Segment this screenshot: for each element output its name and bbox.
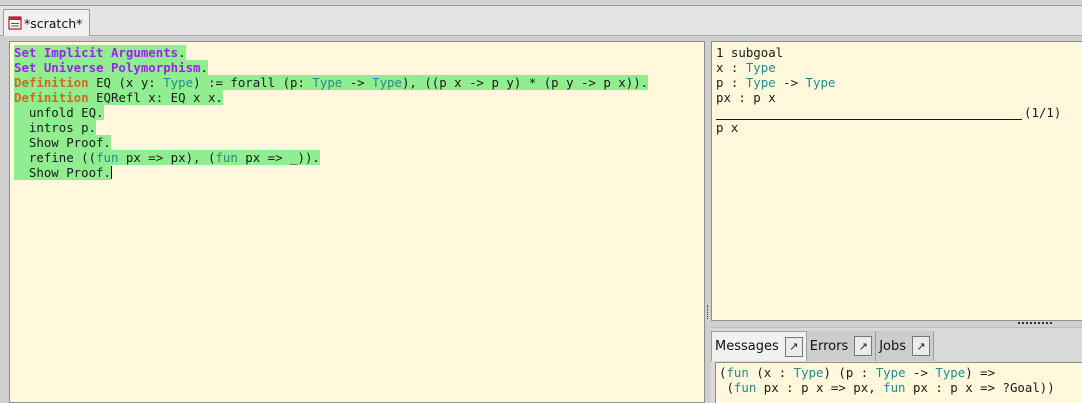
separator-line (716, 111, 1022, 120)
code-token: Type (312, 75, 343, 90)
main-area: Set Implicit Arguments. Set Universe Poly… (0, 37, 1082, 403)
code-token: fun (215, 150, 238, 165)
code-token: Type (163, 75, 194, 90)
tab-messages[interactable]: Messages ↗ (711, 331, 807, 361)
hypothesis: px : p x (716, 90, 1082, 105)
code-token: Type (793, 365, 824, 380)
code-token: Type (935, 365, 966, 380)
code-token: p : (716, 75, 746, 90)
detach-icon[interactable]: ↗ (912, 336, 931, 356)
tab-jobs[interactable]: Jobs ↗ (876, 331, 935, 361)
goal-conclusion: p x (716, 120, 739, 135)
message-line: (fun (x : Type) (p : Type -> Type) => (719, 365, 1082, 380)
code-token: Set Implicit Arguments (14, 45, 179, 60)
code-token: fun (733, 380, 757, 395)
goal-counter: (1/1) (1024, 105, 1062, 120)
code-token: Type (745, 60, 776, 75)
hypothesis: p : Type -> Type (716, 75, 1082, 90)
code-token: ) (p : (823, 365, 876, 380)
code-token: fun (726, 365, 749, 380)
script-line[interactable]: refine ((fun px => px), (fun px => _)). (14, 150, 704, 165)
code-token: (x : (748, 365, 794, 380)
goal-separator: (1/1) (716, 105, 1082, 120)
code-token: Type (372, 75, 402, 90)
detach-icon[interactable]: ↗ (784, 336, 803, 357)
code-token: intros p. (14, 120, 97, 135)
code-token: EQRefl x: EQ x x. (88, 90, 223, 105)
code-token: Definition (14, 75, 89, 90)
tab-errors[interactable]: Errors ↗ (806, 331, 877, 361)
hypotheses-list: x : Type p : Type -> Type px : p x (716, 60, 1082, 105)
tab-label: Jobs (879, 338, 907, 354)
code-token: . (200, 60, 208, 75)
code-token: x : (716, 60, 746, 75)
code-token: Type (875, 365, 906, 380)
code-token: ), ((p x -> p y) * (p y -> p x)). (401, 75, 649, 90)
code-token: px : p x => ?Goal)) (905, 380, 1055, 395)
code-token: unfold EQ. (14, 105, 104, 120)
code-token: Type (745, 75, 776, 90)
processed-region: Definition EQ (x y: Type) := forall (p: … (14, 75, 649, 90)
code-token: . (178, 45, 186, 60)
code-token: -> (342, 75, 373, 90)
notebook-tabs: Messages ↗ Errors ↗ Jobs ↗ (711, 331, 935, 361)
code-token: fun (883, 380, 906, 395)
code-token: Definition (14, 90, 89, 105)
message-notebook: Messages ↗ Errors ↗ Jobs ↗ (fun (x : Type) (p… (711, 327, 1082, 403)
processed-region: Definition EQRefl x: EQ x x. (14, 90, 223, 105)
script-line[interactable]: Definition EQ (x y: Type) := forall (p: … (14, 75, 704, 90)
processed-region: Show Proof. (14, 135, 111, 150)
script-line[interactable]: Set Universe Polymorphism. (14, 60, 704, 75)
splitter-grip[interactable] (707, 305, 709, 319)
code-token: ) := forall (p: (193, 75, 313, 90)
script-line[interactable]: Definition EQRefl x: EQ x x. (14, 90, 704, 105)
script-line[interactable]: Show Proof. (14, 165, 704, 180)
code-token: px => _)). (237, 150, 320, 165)
code-token: Set Universe Polymorphism (14, 60, 201, 75)
code-token: ( (719, 380, 734, 395)
detach-icon[interactable]: ↗ (854, 336, 873, 356)
tab-label: *scratch* (24, 15, 83, 31)
text-cursor (110, 166, 112, 179)
processed-region: Set Implicit Arguments. (14, 45, 186, 60)
processed-region: Show Proof. (14, 165, 111, 180)
code-token: refine (( (14, 150, 97, 165)
script-line[interactable]: intros p. (14, 120, 704, 135)
code-token: EQ (x y: (88, 75, 164, 90)
code-token: Show Proof. (14, 135, 111, 150)
code-token: fun (96, 150, 119, 165)
code-token: ) => (965, 365, 996, 380)
processed-region: Set Universe Polymorphism. (14, 60, 208, 75)
message-line: (fun px : p x => px, fun px : p x => ?Go… (719, 380, 1082, 395)
messages-output: (fun (x : Type) (p : Type -> Type) => (f… (715, 362, 1082, 403)
goal-count: 1 subgoal (716, 45, 784, 60)
panel-resize-grip[interactable] (1018, 322, 1052, 326)
tab-label: Messages (715, 339, 779, 354)
code-token: -> (905, 365, 936, 380)
tab-bar: *scratch* (0, 6, 1082, 36)
script-line[interactable]: unfold EQ. (14, 105, 704, 120)
code-token: -> (775, 75, 806, 90)
code-token: px : p x (716, 90, 776, 105)
goals-panel: 1 subgoal x : Type p : Type -> Type px : p… (711, 41, 1082, 321)
code-token: px => px), ( (118, 150, 216, 165)
script-line[interactable]: Show Proof. (14, 135, 704, 150)
code-token: Type (805, 75, 836, 90)
processed-region: refine ((fun px => px), (fun px => _)). (14, 150, 320, 165)
hypothesis: x : Type (716, 60, 1082, 75)
code-token: px : p x => px, (756, 380, 884, 395)
script-editor[interactable]: Set Implicit Arguments. Set Universe Poly… (9, 41, 705, 403)
processed-region: intros p. (14, 120, 97, 135)
processed-region: unfold EQ. (14, 105, 104, 120)
tab-label: Errors (809, 338, 849, 354)
tab-scratch[interactable]: *scratch* (3, 9, 90, 36)
document-icon (8, 16, 22, 30)
code-token: Show Proof. (14, 165, 111, 180)
script-line[interactable]: Set Implicit Arguments. (14, 45, 704, 60)
